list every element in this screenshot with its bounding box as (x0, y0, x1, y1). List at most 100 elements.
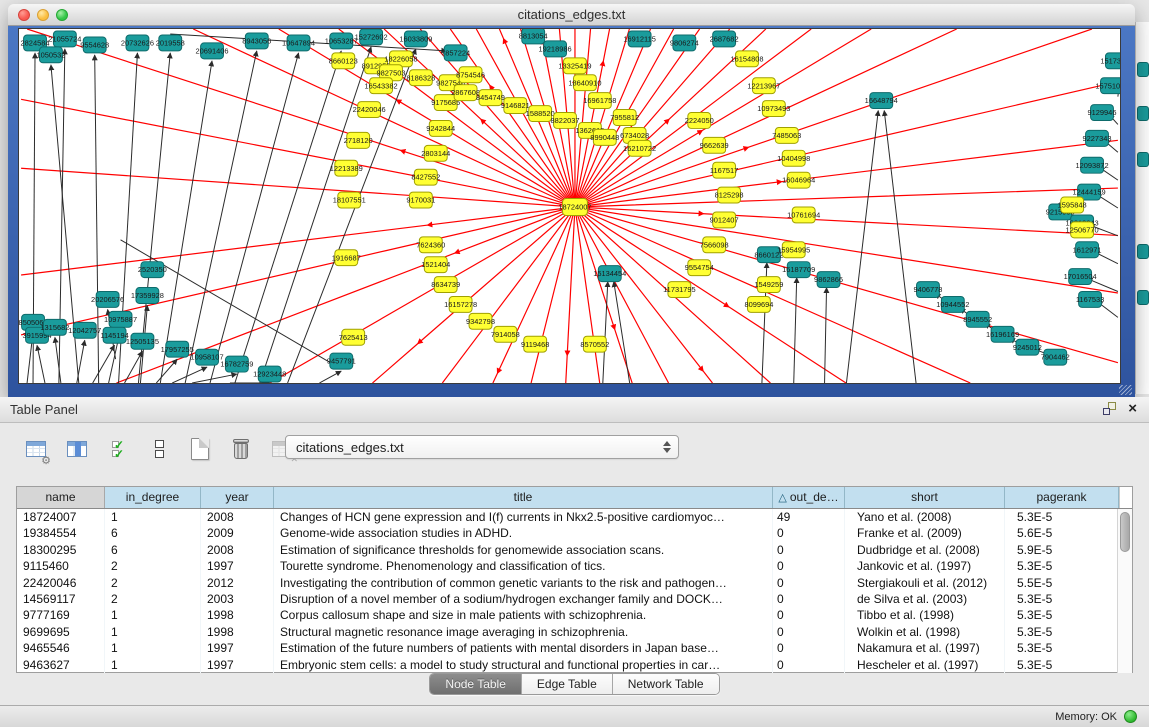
network-node[interactable]: 10958107 (191, 349, 224, 365)
column-header-year[interactable]: year (201, 487, 274, 508)
network-node[interactable]: 7625413 (339, 329, 368, 345)
network-node[interactable]: 7485063 (772, 127, 801, 143)
network-node[interactable]: 10944552 (936, 296, 969, 312)
table-row[interactable]: 969969511998Structural magnetic resonanc… (17, 624, 1132, 640)
network-node[interactable]: 7904462 (1041, 349, 1070, 365)
select-rows-icon[interactable]: ✓ ✓ (104, 435, 132, 463)
network-node[interactable]: 7624360 (416, 237, 445, 253)
network-node[interactable]: 2019558 (156, 35, 185, 51)
network-node[interactable]: 10975887 (104, 311, 137, 327)
network-node[interactable]: 9457791 (327, 353, 356, 369)
network-node[interactable]: 9245012 (1013, 339, 1042, 355)
network-node[interactable]: 15272602 (355, 29, 388, 45)
column-header-short[interactable]: short (845, 487, 1005, 508)
column-header-out_de[interactable]: △out_de… (773, 487, 845, 508)
network-node[interactable]: 10647894 (282, 35, 315, 51)
network-node[interactable]: 15173021 (1100, 53, 1120, 69)
network-canvas[interactable]: 2824584210557241050532955462820732626201… (18, 28, 1121, 384)
network-node[interactable]: 8990448 (590, 129, 619, 145)
network-node[interactable]: 1167533 (1076, 292, 1104, 308)
network-node[interactable]: 12923448 (253, 366, 286, 382)
network-node[interactable]: 12506770 (1066, 222, 1099, 238)
network-node[interactable]: 9662639 (700, 137, 729, 153)
close-panel-icon[interactable]: × (1128, 402, 1137, 415)
network-node[interactable]: 8125298 (715, 187, 744, 203)
network-node[interactable]: 16912115 (623, 31, 656, 47)
zoom-window-button[interactable] (56, 9, 68, 21)
network-node[interactable]: 8754546 (456, 67, 485, 83)
network-node[interactable]: 16196169 (986, 326, 1019, 342)
network-node[interactable]: 16782759 (220, 356, 253, 372)
network-node[interactable]: 9554754 (685, 260, 714, 276)
network-node[interactable]: 13325419 (558, 58, 591, 74)
network-node[interactable]: 17957255 (161, 341, 194, 357)
column-visibility-icon[interactable] (63, 435, 91, 463)
network-node[interactable]: 12505135 (126, 333, 159, 349)
column-header-title[interactable]: title (274, 487, 773, 508)
network-node[interactable]: 10653287 (325, 33, 358, 49)
network-node[interactable]: 8945552 (963, 311, 992, 327)
network-node[interactable]: 17016504 (1064, 269, 1097, 285)
network-node[interactable]: 9406778 (913, 282, 942, 298)
table-selector-dropdown[interactable]: citations_edges.txt (285, 435, 679, 459)
network-node[interactable]: 9170031 (406, 192, 435, 208)
network-node[interactable]: 1595848 (1058, 197, 1087, 213)
network-node[interactable]: 1145194 (100, 327, 128, 343)
network-node[interactable]: 9227343 (1083, 130, 1112, 146)
network-node[interactable]: 20206576 (91, 292, 124, 308)
network-node[interactable]: 16187709 (782, 262, 815, 278)
network-node[interactable]: 16033809 (399, 31, 432, 47)
table-row[interactable]: 1938455462009Genome-wide association stu… (17, 525, 1132, 541)
table-row[interactable]: 1872400712008Changes of HCN gene express… (17, 509, 1132, 525)
network-node[interactable]: 22420046 (353, 102, 386, 118)
network-node[interactable]: 15751074 (1095, 78, 1120, 94)
tab-node-table[interactable]: Node Table (430, 674, 522, 694)
network-node[interactable]: 19218986 (539, 41, 572, 57)
column-header-name[interactable]: name (17, 487, 105, 508)
network-node[interactable]: 18107551 (333, 192, 366, 208)
network-node[interactable]: 8634739 (431, 277, 460, 293)
network-node[interactable]: 2520350 (138, 262, 167, 278)
tab-edge-table[interactable]: Edge Table (522, 674, 613, 694)
column-header-pagerank[interactable]: pagerank (1005, 487, 1119, 508)
resize-grip[interactable] (1119, 385, 1132, 395)
float-panel-icon[interactable] (1103, 402, 1116, 415)
network-node[interactable]: 7857224 (441, 45, 470, 61)
window-titlebar[interactable]: citations_edges.txt (8, 4, 1135, 26)
network-node[interactable]: 16154808 (730, 51, 763, 67)
network-node[interactable]: 9242844 (426, 120, 455, 136)
close-window-button[interactable] (18, 9, 30, 21)
network-node[interactable]: 2718120 (344, 132, 373, 148)
network-node[interactable]: 16543382 (365, 78, 398, 94)
network-node[interactable]: 9012407 (710, 212, 739, 228)
network-node[interactable]: 8943056 (242, 33, 271, 49)
network-node[interactable]: 21055724 (48, 31, 81, 47)
network-node[interactable]: 8813054 (519, 29, 548, 44)
network-node[interactable]: 1521404 (421, 257, 450, 273)
network-node[interactable]: 12093872 (1076, 157, 1109, 173)
network-node[interactable]: 15954995 (777, 242, 810, 258)
network-node[interactable]: 8570552 (580, 336, 609, 352)
table-row[interactable]: 2242004622012Investigating the contribut… (17, 575, 1132, 591)
network-node[interactable]: 7914058 (491, 326, 520, 342)
network-node[interactable]: 7955812 (610, 110, 639, 126)
delete-table-icon[interactable] (227, 435, 255, 463)
network-node[interactable]: 11731795 (663, 282, 696, 298)
network-node[interactable]: 16157278 (444, 296, 477, 312)
column-header-in_degree[interactable]: in_degree (105, 487, 201, 508)
minimize-window-button[interactable] (37, 9, 49, 21)
network-node[interactable]: 1916687 (332, 250, 361, 266)
network-node[interactable]: 8427552 (411, 169, 440, 185)
table-row[interactable]: 911546021997Tourette syndrome. Phenomeno… (17, 558, 1132, 574)
network-node[interactable]: 17359928 (131, 288, 164, 304)
network-node[interactable]: 9806274 (670, 35, 699, 51)
network-node[interactable]: 12213389 (330, 160, 363, 176)
network-node[interactable]: 12042757 (68, 322, 101, 338)
table-row[interactable]: 1456911722003Disruption of a novel membe… (17, 591, 1132, 607)
network-node[interactable]: 1549259 (754, 277, 783, 293)
network-node[interactable]: 20732626 (121, 35, 154, 51)
network-node[interactable]: 16210722 (623, 140, 656, 156)
new-table-icon[interactable] (186, 435, 214, 463)
network-node[interactable]: 9554628 (80, 37, 109, 53)
network-node[interactable]: 1612971 (1073, 242, 1102, 258)
